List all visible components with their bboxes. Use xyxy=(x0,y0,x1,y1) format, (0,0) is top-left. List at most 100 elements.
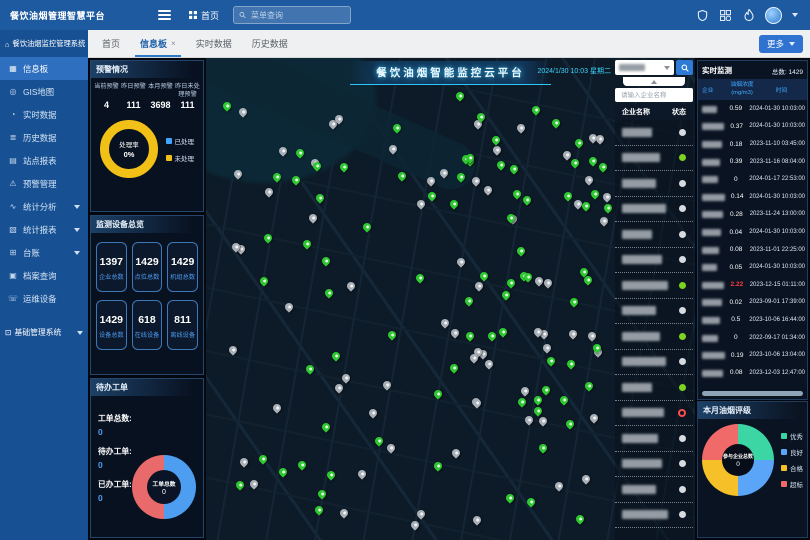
map-pin[interactable] xyxy=(520,385,531,396)
enterprise-name-input[interactable] xyxy=(619,91,689,100)
tab-close-icon[interactable]: × xyxy=(171,39,176,48)
map-pin[interactable] xyxy=(321,422,332,433)
enterprise-row[interactable] xyxy=(615,350,693,376)
map-pin[interactable] xyxy=(492,144,503,155)
map-pin[interactable] xyxy=(304,363,315,374)
map-pin[interactable] xyxy=(450,448,461,459)
device-stat-card[interactable]: 811离线设备 xyxy=(167,300,198,350)
realtime-row[interactable]: 02022-09-17 01:34:00 xyxy=(698,329,807,347)
map-pin[interactable] xyxy=(239,456,250,467)
device-stat-card[interactable]: 1429设备总数 xyxy=(96,300,127,350)
map-pin[interactable] xyxy=(301,238,312,249)
panel-collapse-handle[interactable] xyxy=(623,77,685,86)
realtime-row[interactable]: 0.182023-11-10 03:45:00 xyxy=(698,135,807,153)
realtime-row[interactable]: 0.372024-01-30 10:03:00 xyxy=(698,118,807,136)
enterprise-row[interactable] xyxy=(615,120,693,146)
map-pin[interactable] xyxy=(574,514,585,525)
sidebar-item-warning-mgmt[interactable]: ⚠预警管理 xyxy=(0,172,88,195)
map-pin[interactable] xyxy=(249,478,260,489)
map-pin[interactable] xyxy=(324,287,335,298)
map-pin[interactable] xyxy=(546,355,557,366)
map-pin[interactable] xyxy=(561,149,572,160)
realtime-row[interactable]: 0.082023-12-03 12:47:00 xyxy=(698,364,807,382)
enterprise-row[interactable] xyxy=(615,426,693,452)
map-pin[interactable] xyxy=(567,328,578,339)
map-pin[interactable] xyxy=(263,186,274,197)
map-pin[interactable] xyxy=(543,277,554,288)
realtime-row[interactable]: 0.142024-01-30 10:03:00 xyxy=(698,188,807,206)
apps-grid-icon[interactable] xyxy=(719,9,732,22)
device-stat-card[interactable]: 1397企业总数 xyxy=(96,242,127,292)
map-pin[interactable] xyxy=(521,194,532,205)
map-pin[interactable] xyxy=(531,104,542,115)
map-pin[interactable] xyxy=(357,469,368,480)
map-pin[interactable] xyxy=(515,245,526,256)
map-pin[interactable] xyxy=(449,198,460,209)
map-pin[interactable] xyxy=(277,466,288,477)
map-pin[interactable] xyxy=(296,459,307,470)
enterprise-row[interactable] xyxy=(615,401,693,427)
map-pin[interactable] xyxy=(573,137,584,148)
sidebar-item-gis-map[interactable]: ◎GIS地图 xyxy=(0,80,88,103)
map-pin[interactable] xyxy=(308,212,319,223)
tab-realtime-data[interactable]: 实时数据 xyxy=(196,30,232,57)
map-pin[interactable] xyxy=(415,509,426,520)
map-pin[interactable] xyxy=(541,342,552,353)
map-pin[interactable] xyxy=(602,202,613,213)
realtime-row[interactable]: 0.042024-01-30 10:03:00 xyxy=(698,223,807,241)
map-pin[interactable] xyxy=(602,191,613,202)
map-pin[interactable] xyxy=(321,255,332,266)
sidebar-item-realtime-data[interactable]: ◔实时数据 xyxy=(0,103,88,126)
menu-search-box[interactable] xyxy=(233,6,351,24)
map-pin[interactable] xyxy=(454,90,465,101)
map-pin[interactable] xyxy=(283,301,294,312)
map-pin[interactable] xyxy=(486,330,497,341)
map-pin[interactable] xyxy=(314,192,325,203)
map-pin[interactable] xyxy=(221,100,232,111)
map-pin[interactable] xyxy=(553,480,564,491)
map-pin[interactable] xyxy=(432,461,443,472)
map-pin[interactable] xyxy=(569,157,580,168)
map-pin[interactable] xyxy=(271,172,282,183)
sidebar-item-archive-query[interactable]: ▣档案查询 xyxy=(0,264,88,287)
map-pin[interactable] xyxy=(532,395,543,406)
map-pin[interactable] xyxy=(258,453,269,464)
map-pin[interactable] xyxy=(495,160,506,171)
realtime-row[interactable]: 0.022023-09-01 17:39:00 xyxy=(698,294,807,312)
map-pin[interactable] xyxy=(396,170,407,181)
realtime-row[interactable]: 0.52023-10-06 16:44:00 xyxy=(698,311,807,329)
map-pin[interactable] xyxy=(333,382,344,393)
map-pin[interactable] xyxy=(516,122,527,133)
device-stat-card[interactable]: 1429机组总数 xyxy=(167,242,198,292)
map-pin[interactable] xyxy=(497,327,508,338)
map-pin[interactable] xyxy=(526,496,537,507)
map-pin[interactable] xyxy=(587,330,598,341)
map-pin[interactable] xyxy=(532,405,543,416)
map-pin[interactable] xyxy=(448,362,459,373)
map-pin[interactable] xyxy=(361,221,372,232)
sidebar-item-info-board[interactable]: ▦信息板 xyxy=(0,57,88,80)
enterprise-row[interactable] xyxy=(615,324,693,350)
map-pin[interactable] xyxy=(228,345,239,356)
map-pin[interactable] xyxy=(439,318,450,329)
map-pin[interactable] xyxy=(558,394,569,405)
breadcrumb-home[interactable]: 首页 xyxy=(189,9,219,22)
map-pin[interactable] xyxy=(338,161,349,172)
map-pin[interactable] xyxy=(385,442,396,453)
map-pin[interactable] xyxy=(583,380,594,391)
realtime-row[interactable]: 0.082023-11-01 22:25:00 xyxy=(698,241,807,259)
map-pin[interactable] xyxy=(523,414,534,425)
shield-icon[interactable] xyxy=(696,9,709,22)
enterprise-row[interactable] xyxy=(615,452,693,478)
enterprise-row[interactable] xyxy=(615,171,693,197)
enterprise-row[interactable] xyxy=(615,299,693,325)
map-pin[interactable] xyxy=(464,330,475,341)
map-pin[interactable] xyxy=(506,278,517,289)
realtime-row[interactable]: 0.192023-10-06 13:04:00 xyxy=(698,346,807,364)
map-pin[interactable] xyxy=(584,174,595,185)
map-pin[interactable] xyxy=(386,329,397,340)
gis-map-view[interactable]: 餐饮油烟智能监控云平台 2024/1/30 10:03 星期二 xyxy=(206,58,695,540)
map-pin[interactable] xyxy=(550,117,561,128)
map-pin[interactable] xyxy=(450,327,461,338)
sidebar-group-base-system[interactable]: ⊡ 基础管理系统 xyxy=(0,318,88,346)
